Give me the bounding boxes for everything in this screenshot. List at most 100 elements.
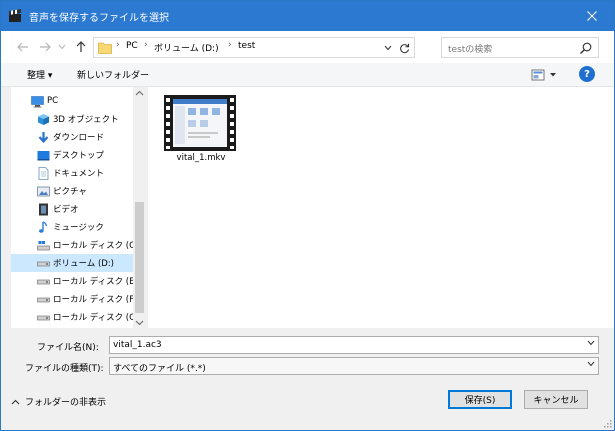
cancel-button[interactable]: キャンセル [524,390,588,409]
nav-item-desktop[interactable]: デスクトップ [11,146,133,164]
address-bar[interactable]: › PC › ボリューム (D:) › test [93,37,415,58]
download-icon [37,131,50,144]
close-icon [587,11,597,21]
nav-label: ローカル ディスク (C:) [53,241,142,251]
address-row: › PC › ボリューム (D:) › test testの検索 [1,31,614,63]
chevron-up-icon [11,399,20,404]
save-file-dialog: 音声を保存するファイルを選択 › PC › ボリューム (D:) › test … [0,0,615,431]
nav-item-videos[interactable]: ビデオ [11,200,133,218]
forward-button[interactable] [37,39,53,55]
drive-icon [37,311,50,324]
breadcrumb-separator: › [116,40,120,50]
file-name-field[interactable]: vital_1.ac3 [109,336,599,354]
file-name-dropdown[interactable] [587,339,595,348]
resize-grip-icon[interactable] [602,418,612,428]
nav-label: PC [47,96,59,106]
nav-item-documents[interactable]: ドキュメント [11,164,133,182]
nav-item-music[interactable]: ミュージック [11,218,133,236]
drive-icon [37,275,50,288]
folder-icon [98,41,112,54]
breadcrumb-pc[interactable]: PC [126,41,138,51]
search-box[interactable]: testの検索 [441,37,599,58]
pc-icon [31,95,44,108]
desktop-icon [37,149,50,162]
window-title: 音声を保存するファイルを選択 [29,13,169,24]
nav-label: ローカル ディスク (G:) [53,313,142,323]
arrow-up-icon [76,41,86,52]
breadcrumb-volume-d[interactable]: ボリューム (D:) [154,41,219,54]
nav-label: ローカル ディスク (E:) [53,277,141,287]
refresh-icon [399,43,409,53]
nav-scrollbar-thumb[interactable] [135,202,144,313]
breadcrumb-test[interactable]: test [238,41,255,51]
chevron-down-icon [58,44,66,50]
recent-locations-button[interactable] [57,39,67,55]
nav-item-drive-e[interactable]: ローカル ディスク (E:) [11,272,141,290]
nav-label: デスクトップ [53,151,105,161]
file-list[interactable]: vital_1.mkv [148,87,614,328]
nav-item-drive-c[interactable]: ローカル ディスク (C:) [11,236,141,254]
file-name-label: ファイル名(N): [37,343,99,353]
organize-button[interactable]: 整理 ▾ [27,68,52,81]
navigation-pane[interactable]: PC 3D オブジェクト ダウンロード デスクトップ ドキュメント ピクチャ ビ… [11,87,146,328]
change-view-button[interactable] [531,68,561,82]
nav-item-drive-f[interactable]: ローカル ディスク (F:) [11,290,140,308]
title-bar: 音声を保存するファイルを選択 [1,1,614,31]
file-name-label: vital_1.mkv [176,153,226,163]
nav-label: ミュージック [53,223,104,233]
nav-item-pc[interactable]: PC [11,92,133,110]
address-history-dropdown[interactable] [382,41,394,55]
file-type-select[interactable]: すべてのファイル (*.*) [109,357,599,375]
file-type-dropdown[interactable] [587,360,595,369]
file-type-value: すべてのファイル (*.*) [113,364,206,374]
file-type-label: ファイルの種類(T): [25,364,104,374]
up-button[interactable] [73,39,89,55]
drive-icon [37,293,50,306]
scroll-up-icon[interactable] [135,89,144,99]
nav-label: ダウンロード [53,133,105,143]
3d-objects-icon [37,113,50,126]
hide-folders-label: フォルダーの非表示 [25,398,107,408]
scroll-down-icon[interactable] [135,319,144,329]
refresh-button[interactable] [396,40,412,56]
pictures-icon [37,185,50,198]
drive-icon [37,257,50,270]
nav-item-drive-g[interactable]: ローカル ディスク (G:) [11,308,142,326]
chevron-down-icon [587,361,595,367]
video-file-icon [164,95,236,154]
nav-label: ボリューム (D:) [53,259,114,269]
clapperboard-icon [8,9,22,23]
nav-scrollbar[interactable] [133,87,146,328]
file-name-value[interactable]: vital_1.ac3 [113,340,162,350]
breadcrumb-separator: › [144,40,148,50]
drive-c-icon [37,239,50,252]
arrow-right-icon [40,42,51,52]
close-button[interactable] [570,1,614,31]
nav-item-3d-objects[interactable]: 3D オブジェクト [11,110,133,128]
view-options-icon [531,69,556,81]
search-icon[interactable] [579,41,593,55]
nav-item-pictures[interactable]: ピクチャ [11,182,133,200]
chevron-down-icon [384,45,392,51]
file-item[interactable]: vital_1.mkv [164,95,238,167]
hide-folders-toggle[interactable]: フォルダーの非表示 [11,395,106,408]
help-icon: ? [584,68,590,80]
document-icon [37,166,50,180]
chevron-down-icon [587,340,595,346]
nav-label: ビデオ [53,205,79,215]
back-button[interactable] [15,39,31,55]
nav-item-volume-d[interactable]: ボリューム (D:) [11,254,133,272]
command-bar: 整理 ▾ 新しいフォルダー ? [1,63,614,87]
save-button[interactable]: 保存(S) [448,390,512,409]
search-input[interactable]: testの検索 [448,42,492,55]
nav-label: 3D オブジェクト [53,115,119,125]
arrow-left-icon [17,42,28,52]
nav-label: ドキュメント [53,169,105,179]
nav-item-downloads[interactable]: ダウンロード [11,128,133,146]
breadcrumb-separator: › [228,40,232,50]
nav-label: ピクチャ [53,187,87,197]
new-folder-button[interactable]: 新しいフォルダー [77,68,149,81]
video-icon [37,203,50,216]
music-icon [37,220,50,234]
help-button[interactable]: ? [579,66,595,82]
